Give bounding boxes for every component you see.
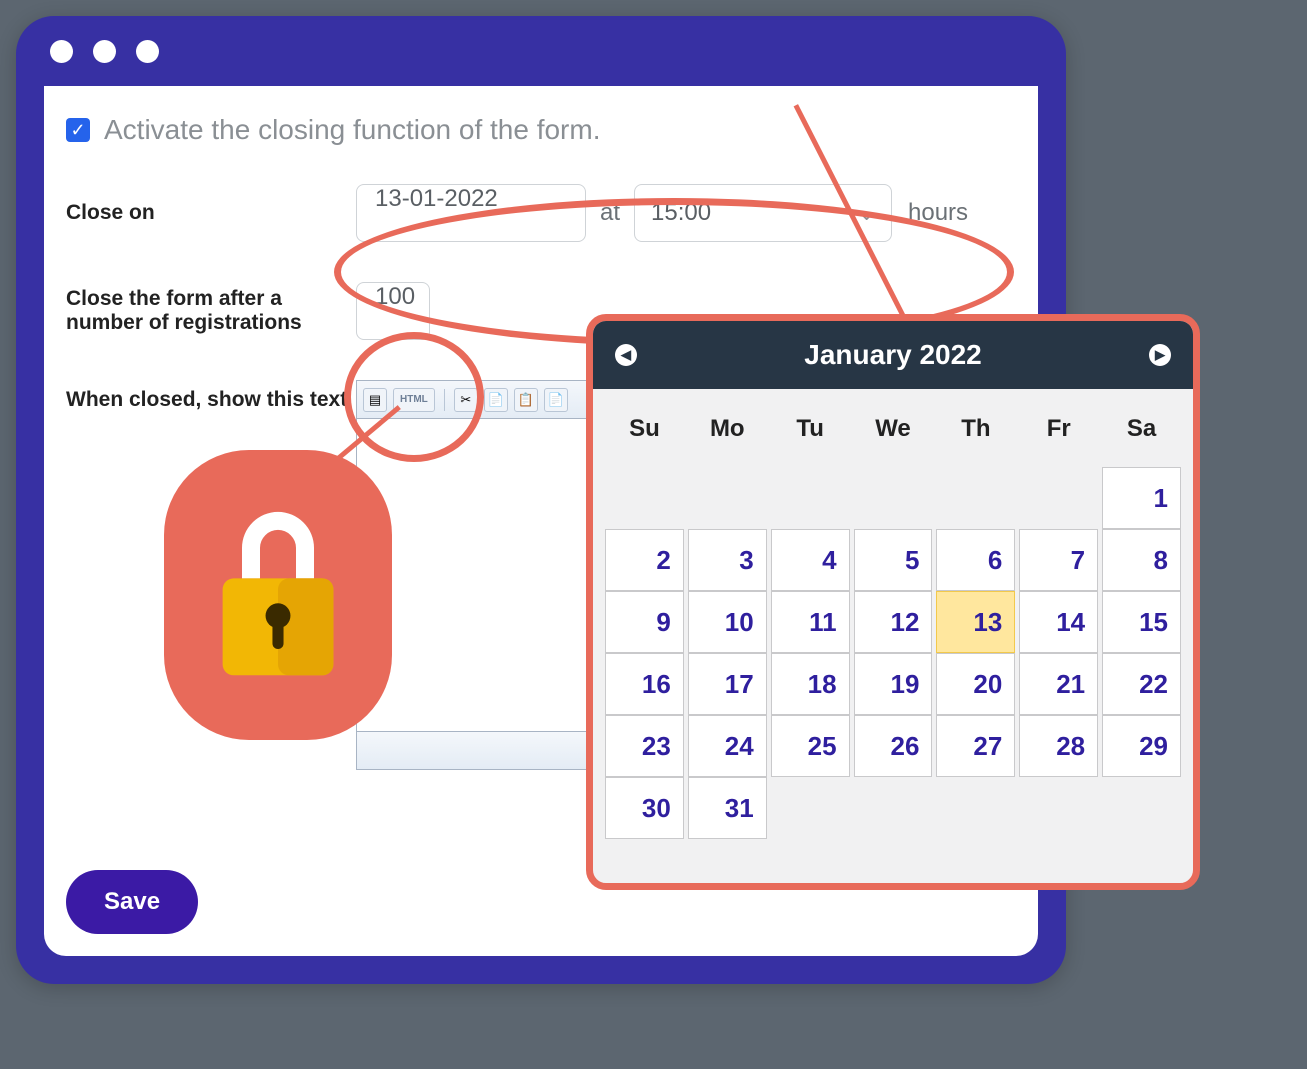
calendar-dayname: We [854, 401, 933, 467]
calendar-day[interactable]: 30 [605, 777, 684, 839]
calendar-empty-cell [854, 467, 933, 529]
source-icon[interactable]: ▤ [363, 388, 387, 412]
close-on-label: Close on [66, 201, 356, 225]
calendar-day[interactable]: 27 [936, 715, 1015, 777]
calendar-day[interactable]: 29 [1102, 715, 1181, 777]
calendar-popup: ◀ January 2022 ▶ SuMoTuWeThFrSa 12345678… [586, 314, 1200, 890]
copy-icon[interactable]: 📄 [484, 388, 508, 412]
window-dot [93, 40, 116, 63]
calendar-empty-cell [936, 467, 1015, 529]
calendar-day[interactable]: 1 [1102, 467, 1181, 529]
calendar-day[interactable]: 17 [688, 653, 767, 715]
activate-checkbox[interactable]: ✓ [66, 118, 90, 142]
calendar-day[interactable]: 4 [771, 529, 850, 591]
calendar-day[interactable]: 12 [854, 591, 933, 653]
close-time-value: 15:00 [651, 199, 711, 227]
calendar-prev-icon[interactable]: ◀ [615, 344, 637, 366]
close-on-row: Close on 13-01-2022 at 15:00 ⌄ hours [66, 184, 1016, 242]
calendar-day[interactable]: 8 [1102, 529, 1181, 591]
lock-badge [164, 450, 392, 740]
calendar-day[interactable]: 28 [1019, 715, 1098, 777]
calendar-day[interactable]: 11 [771, 591, 850, 653]
window-dot [50, 40, 73, 63]
calendar-empty-cell [771, 777, 850, 839]
calendar-dayname: Th [936, 401, 1015, 467]
calendar-day[interactable]: 23 [605, 715, 684, 777]
calendar-day[interactable]: 20 [936, 653, 1015, 715]
at-word: at [600, 199, 620, 227]
calendar-empty-cell [1102, 777, 1181, 839]
calendar-empty-cell [771, 467, 850, 529]
registrations-label: Close the form after a number of registr… [66, 287, 356, 335]
calendar-day[interactable]: 6 [936, 529, 1015, 591]
calendar-empty-cell [936, 777, 1015, 839]
calendar-grid: SuMoTuWeThFrSa 1234567891011121314151617… [593, 389, 1193, 855]
calendar-empty-cell [854, 777, 933, 839]
paste-word-icon[interactable]: 📄 [544, 388, 568, 412]
save-button[interactable]: Save [66, 870, 198, 934]
calendar-day[interactable]: 25 [771, 715, 850, 777]
calendar-day[interactable]: 16 [605, 653, 684, 715]
registrations-input[interactable]: 100 [356, 282, 430, 340]
calendar-day[interactable]: 19 [854, 653, 933, 715]
calendar-day[interactable]: 21 [1019, 653, 1098, 715]
activate-label: Activate the closing function of the for… [104, 114, 600, 146]
window-dot [136, 40, 159, 63]
activate-row: ✓ Activate the closing function of the f… [66, 114, 1016, 146]
toolbar-separator [444, 389, 445, 411]
calendar-header: ◀ January 2022 ▶ [593, 321, 1193, 389]
calendar-empty-cell [1019, 777, 1098, 839]
calendar-dayname: Mo [688, 401, 767, 467]
cut-icon[interactable]: ✂ [454, 388, 478, 412]
calendar-empty-cell [1019, 467, 1098, 529]
chevron-down-icon: ⌄ [858, 201, 875, 226]
calendar-empty-cell [688, 467, 767, 529]
calendar-dayname: Sa [1102, 401, 1181, 467]
calendar-day[interactable]: 3 [688, 529, 767, 591]
hours-word: hours [908, 199, 968, 227]
calendar-day[interactable]: 10 [688, 591, 767, 653]
calendar-day[interactable]: 24 [688, 715, 767, 777]
paste-text-icon[interactable]: 📋 [514, 388, 538, 412]
calendar-dayname: Su [605, 401, 684, 467]
calendar-day[interactable]: 22 [1102, 653, 1181, 715]
lock-icon [208, 505, 348, 685]
calendar-dayname: Tu [771, 401, 850, 467]
calendar-day[interactable]: 9 [605, 591, 684, 653]
calendar-day[interactable]: 2 [605, 529, 684, 591]
calendar-day[interactable]: 18 [771, 653, 850, 715]
calendar-day[interactable]: 26 [854, 715, 933, 777]
calendar-day[interactable]: 14 [1019, 591, 1098, 653]
calendar-next-icon[interactable]: ▶ [1149, 344, 1171, 366]
calendar-day[interactable]: 31 [688, 777, 767, 839]
calendar-title: January 2022 [804, 339, 981, 371]
calendar-day[interactable]: 13 [936, 591, 1015, 653]
calendar-day[interactable]: 7 [1019, 529, 1098, 591]
calendar-day[interactable]: 5 [854, 529, 933, 591]
calendar-day[interactable]: 15 [1102, 591, 1181, 653]
closed-text-label: When closed, show this text [66, 380, 356, 412]
calendar-empty-cell [605, 467, 684, 529]
close-date-input[interactable]: 13-01-2022 [356, 184, 586, 242]
titlebar [16, 16, 1066, 86]
calendar-dayname: Fr [1019, 401, 1098, 467]
